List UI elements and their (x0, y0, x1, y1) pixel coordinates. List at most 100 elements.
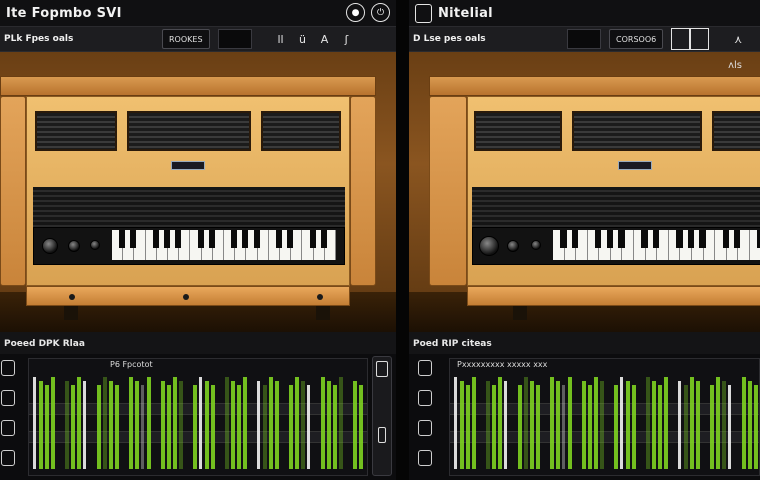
sequencer-step[interactable] (193, 385, 197, 469)
piano-black-key[interactable] (641, 230, 648, 248)
piano-black-key[interactable] (197, 230, 204, 248)
sequencer-step[interactable] (568, 377, 572, 469)
sequencer-step[interactable] (466, 385, 470, 469)
sequencer-step[interactable] (536, 385, 540, 469)
sequencer-step[interactable] (237, 385, 241, 469)
sequencer-step[interactable] (103, 377, 107, 469)
pause-icon[interactable]: ll (274, 33, 288, 46)
piano-key[interactable] (302, 230, 316, 260)
sequencer-step[interactable] (600, 381, 604, 469)
sequencer-step[interactable] (225, 377, 229, 469)
right-preset-name[interactable]: D Lse pes oals (413, 34, 559, 44)
sequencer-step[interactable] (45, 385, 49, 469)
sequencer-step[interactable] (141, 385, 144, 469)
sequencer-step[interactable] (690, 377, 694, 469)
volume-knob[interactable] (479, 236, 499, 256)
piano-black-key[interactable] (253, 230, 260, 248)
split-view-icon[interactable] (671, 28, 710, 50)
right-step-grid[interactable] (449, 358, 760, 476)
sequencer-step[interactable] (454, 377, 457, 469)
sequencer-step[interactable] (257, 381, 260, 469)
piano-black-key[interactable] (130, 230, 137, 248)
tone-knob[interactable] (507, 240, 519, 252)
piano-key[interactable] (224, 230, 238, 260)
sequencer-step[interactable] (614, 385, 618, 469)
sequencer-step[interactable] (754, 385, 758, 469)
piano-black-key[interactable] (242, 230, 249, 248)
sequencer-step[interactable] (664, 377, 668, 469)
sequencer-step[interactable] (518, 385, 522, 469)
piano-black-key[interactable] (208, 230, 215, 248)
sequencer-step[interactable] (504, 381, 507, 469)
routing-icon[interactable]: ⋏ (731, 33, 745, 46)
piano-black-key[interactable] (687, 230, 695, 248)
track-solo-button[interactable] (1, 390, 15, 406)
sequencer-step[interactable] (109, 381, 113, 469)
sequencer-step[interactable] (83, 381, 86, 469)
sequencer-step[interactable] (263, 385, 267, 469)
sequencer-step[interactable] (472, 377, 476, 469)
sequencer-step[interactable] (748, 381, 752, 469)
sequencer-step[interactable] (147, 377, 151, 469)
sequencer-step[interactable] (129, 377, 133, 469)
sequencer-step[interactable] (594, 377, 598, 469)
sequencer-step[interactable] (71, 385, 75, 469)
piano-key[interactable] (715, 230, 729, 260)
piano-black-key[interactable] (653, 230, 660, 248)
sequencer-step[interactable] (295, 377, 299, 469)
sequencer-step[interactable] (626, 381, 630, 469)
piano-key[interactable] (587, 230, 602, 260)
sequencer-step[interactable] (550, 377, 554, 469)
piano-black-key[interactable] (287, 230, 294, 248)
sequencer-step[interactable] (289, 385, 293, 469)
sequencer-step[interactable] (205, 381, 209, 469)
sequencer-step[interactable] (742, 377, 746, 469)
record-icon[interactable]: ● (346, 3, 365, 22)
piano-black-key[interactable] (320, 230, 327, 248)
sequencer-step[interactable] (167, 385, 171, 469)
piano-black-key[interactable] (309, 230, 316, 248)
track-clear-button[interactable] (418, 450, 432, 466)
sequencer-step[interactable] (77, 377, 81, 469)
sequencer-step[interactable] (722, 381, 726, 469)
sequencer-step[interactable] (652, 381, 656, 469)
track-select-button[interactable] (1, 420, 15, 436)
panel-divider[interactable] (396, 0, 409, 480)
sequencer-step[interactable] (65, 381, 69, 469)
sequencer-step[interactable] (269, 377, 273, 469)
piano-black-key[interactable] (231, 230, 238, 248)
piano-black-key[interactable] (722, 230, 729, 248)
sequencer-step[interactable] (135, 381, 139, 469)
sequencer-step[interactable] (275, 381, 279, 469)
track-solo-button[interactable] (418, 390, 432, 406)
sequencer-step[interactable] (658, 385, 662, 469)
sequencer-step[interactable] (678, 381, 681, 469)
sequencer-step[interactable] (728, 385, 731, 469)
sequencer-step[interactable] (115, 385, 119, 469)
sequencer-step[interactable] (524, 377, 528, 469)
sequencer-step[interactable] (716, 377, 720, 469)
piano-key[interactable] (668, 230, 683, 260)
power-icon[interactable]: ⏻ (371, 3, 390, 22)
left-keyboard[interactable] (112, 230, 337, 260)
track-clear-button[interactable] (1, 450, 15, 466)
piano-black-key[interactable] (676, 230, 683, 248)
track-mute-button[interactable] (418, 360, 432, 376)
piano-key[interactable] (190, 230, 204, 260)
tuning-icon[interactable]: A (318, 33, 332, 46)
piano-black-key[interactable] (734, 230, 741, 248)
sequencer-step[interactable] (492, 385, 496, 469)
piano-key[interactable] (112, 230, 126, 260)
sequencer-step[interactable] (327, 381, 331, 469)
sequencer-step[interactable] (97, 385, 101, 469)
right-keyboard[interactable] (553, 230, 760, 260)
sequencer-step[interactable] (353, 381, 357, 469)
left-step-grid[interactable] (28, 358, 368, 476)
left-sequencer-scroll[interactable] (372, 356, 392, 476)
piano-key[interactable] (553, 230, 567, 260)
sequencer-step[interactable] (51, 377, 55, 469)
sequencer-step[interactable] (307, 385, 310, 469)
piano-black-key[interactable] (175, 230, 182, 248)
sequencer-step[interactable] (582, 381, 586, 469)
sequencer-step[interactable] (486, 381, 490, 469)
